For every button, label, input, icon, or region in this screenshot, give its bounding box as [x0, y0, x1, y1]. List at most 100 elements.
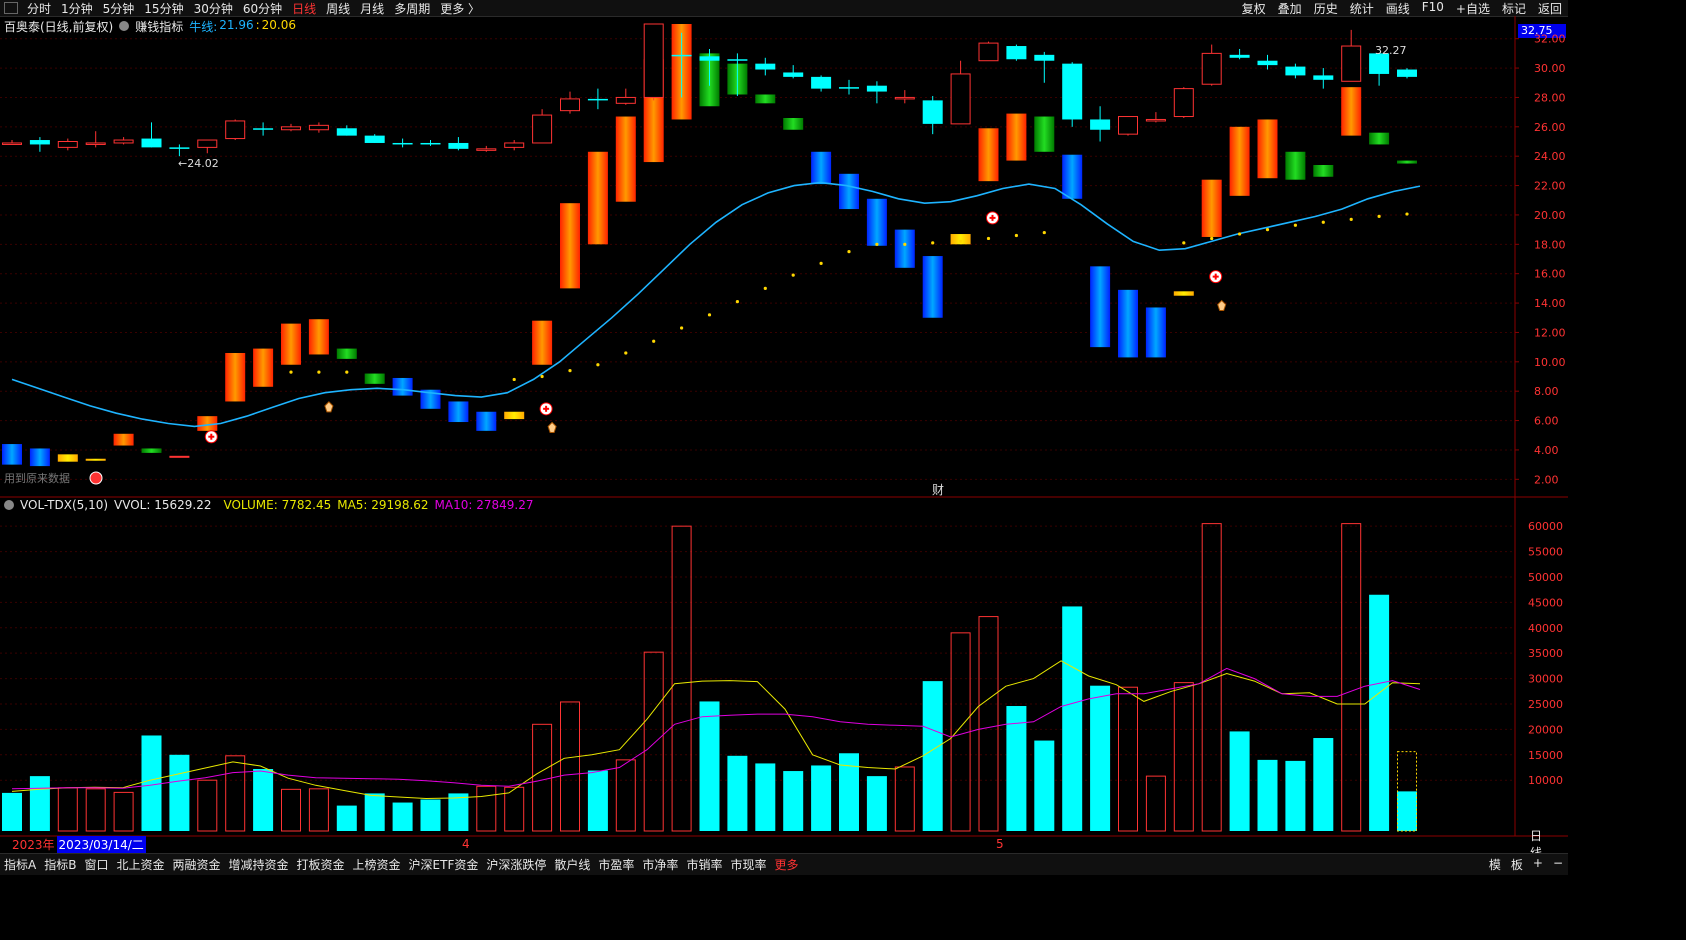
- indicator-tab-15[interactable]: 更多: [770, 856, 802, 873]
- indicator-tab-12[interactable]: 市净率: [638, 856, 682, 873]
- indicator-band: [1257, 119, 1278, 179]
- signal-dot: [819, 261, 823, 266]
- volume-tick-label: 10000: [1528, 774, 1563, 787]
- volume-bar: [476, 785, 497, 832]
- toolbar-button-2[interactable]: 历史: [1308, 0, 1344, 17]
- volume-bar: [1313, 738, 1334, 831]
- volume-tick-label: 60000: [1528, 520, 1563, 533]
- indicator-tab-7[interactable]: 上榜资金: [349, 856, 405, 873]
- period-tab-7[interactable]: 周线: [321, 0, 355, 17]
- kline-chart[interactable]: 32.00 30.00 28.00 26.00 24.00 22.00 20.00 18.00…: [0, 16, 1568, 853]
- indicator-tab-0[interactable]: 指标A: [0, 856, 40, 873]
- indicator-band: [532, 320, 553, 365]
- indicator-tab-5[interactable]: 增减持资金: [225, 856, 293, 873]
- volume-bar: [978, 616, 999, 832]
- period-tab-2[interactable]: 5分钟: [98, 0, 140, 17]
- indicator-band: [29, 448, 50, 467]
- toolbar-button-3[interactable]: 统计: [1344, 0, 1380, 17]
- indicator-tab-13[interactable]: 市销率: [682, 856, 726, 873]
- indicator-band: [392, 377, 413, 396]
- data-caption: 用到原来数据: [4, 471, 70, 485]
- candle-body: [504, 142, 525, 148]
- price-tick-label: 20.00: [1534, 209, 1566, 222]
- price-tick-label: 16.00: [1534, 268, 1566, 281]
- toolbar-button-5[interactable]: F10: [1416, 0, 1450, 17]
- indicator-tab-4[interactable]: 两融资金: [168, 856, 224, 873]
- window-menu-icon[interactable]: [4, 2, 18, 14]
- indicator-band: [1034, 116, 1055, 152]
- indicator-tab-6[interactable]: 打板资金: [293, 856, 349, 873]
- signal-dot: [1265, 228, 1270, 232]
- toolbar-button-8[interactable]: 返回: [1532, 0, 1568, 17]
- bottom-controls: 模板 + −: [1484, 856, 1568, 873]
- toolbar-button-1[interactable]: 叠加: [1272, 0, 1308, 17]
- signal-dot: [959, 239, 963, 243]
- period-tab-5[interactable]: 60分钟: [238, 0, 287, 17]
- volume-bar: [2, 792, 22, 831]
- volume-tick-label: 50000: [1528, 571, 1563, 584]
- period-tab-6[interactable]: 日线: [287, 0, 321, 17]
- period-tab-4[interactable]: 30分钟: [189, 0, 238, 17]
- toolbar-button-6[interactable]: +自选: [1450, 0, 1496, 17]
- indicator-tab-3[interactable]: 北上资金: [112, 856, 168, 873]
- signal-dots: [289, 212, 1409, 382]
- candle-body: [281, 126, 301, 131]
- toolbar-button-0[interactable]: 复权: [1236, 0, 1272, 17]
- indicator-band: [1006, 113, 1027, 161]
- candle-body: [113, 139, 134, 144]
- indicator-tab-14[interactable]: 市现率: [726, 856, 770, 873]
- finance-marker[interactable]: 财: [932, 483, 944, 497]
- bottom-control-2[interactable]: +: [1528, 856, 1548, 873]
- toolbar-button-4[interactable]: 画线: [1380, 0, 1416, 17]
- pointer-hand-icon: [547, 421, 557, 433]
- indicator-tab-10[interactable]: 散户线: [550, 856, 594, 873]
- volume-tick-label: 55000: [1528, 546, 1563, 559]
- toolbar-button-7[interactable]: 标记: [1496, 0, 1532, 17]
- period-tab-10[interactable]: 更多 〉: [435, 0, 485, 17]
- indicator-band: [57, 454, 78, 462]
- bottom-control-1[interactable]: 板: [1506, 856, 1528, 873]
- indicator-tabs-bar: 指标A 指标B 窗口 北上资金 两融资金 增减持资金 打板资金 上榜资金 沪深ETF资金 沪深涨跌…: [0, 853, 1568, 875]
- period-tab-0[interactable]: 分时: [22, 0, 56, 17]
- volume-tick-label: 30000: [1528, 673, 1563, 686]
- candle-body: [169, 147, 190, 149]
- price-tick-label: 6.00: [1534, 415, 1559, 428]
- volume-bar: [141, 735, 162, 831]
- indicator-tab-8[interactable]: 沪深ETF资金: [405, 856, 483, 873]
- candle-body: [950, 73, 971, 125]
- period-tab-8[interactable]: 月线: [355, 0, 389, 17]
- volume-bar: [392, 802, 413, 831]
- volume-bar: [755, 763, 776, 831]
- volume-bar: [1397, 791, 1417, 831]
- candle-body: [420, 142, 441, 145]
- candle-body: [1285, 66, 1306, 76]
- indicator-band: [587, 151, 608, 245]
- indicator-tab-11[interactable]: 市盈率: [594, 856, 638, 873]
- bottom-control-0[interactable]: 模: [1484, 856, 1506, 873]
- volume-bar: [364, 793, 385, 831]
- period-tab-3[interactable]: 15分钟: [139, 0, 188, 17]
- indicator-band: [1369, 132, 1390, 145]
- volume-bar: [922, 681, 943, 831]
- period-tab-9[interactable]: 多周期: [389, 0, 435, 17]
- indicator-tab-2[interactable]: 窗口: [80, 856, 112, 873]
- indicator-band: [755, 94, 776, 104]
- candle-body: [2, 142, 22, 145]
- indicator-tab-1[interactable]: 指标B: [40, 856, 80, 873]
- volume-bar: [57, 787, 78, 832]
- candle-body: [671, 54, 692, 57]
- volume-bar: [1285, 760, 1306, 831]
- candle-body: [1201, 52, 1222, 85]
- indicator-band: [1062, 154, 1083, 199]
- candle-body: [1006, 46, 1027, 60]
- bottom-control-3[interactable]: −: [1548, 856, 1568, 873]
- period-tab-1[interactable]: 1分钟: [56, 0, 98, 17]
- month-5-label: 5: [996, 837, 1004, 851]
- volume-bar: [811, 765, 832, 831]
- candle-body: [699, 56, 720, 61]
- signal-dot: [1210, 236, 1214, 241]
- indicator-tab-9[interactable]: 沪深涨跌停: [482, 856, 550, 873]
- volume-bar: [587, 770, 608, 831]
- indicator-band: [1229, 126, 1250, 196]
- volume-bar: [420, 799, 441, 831]
